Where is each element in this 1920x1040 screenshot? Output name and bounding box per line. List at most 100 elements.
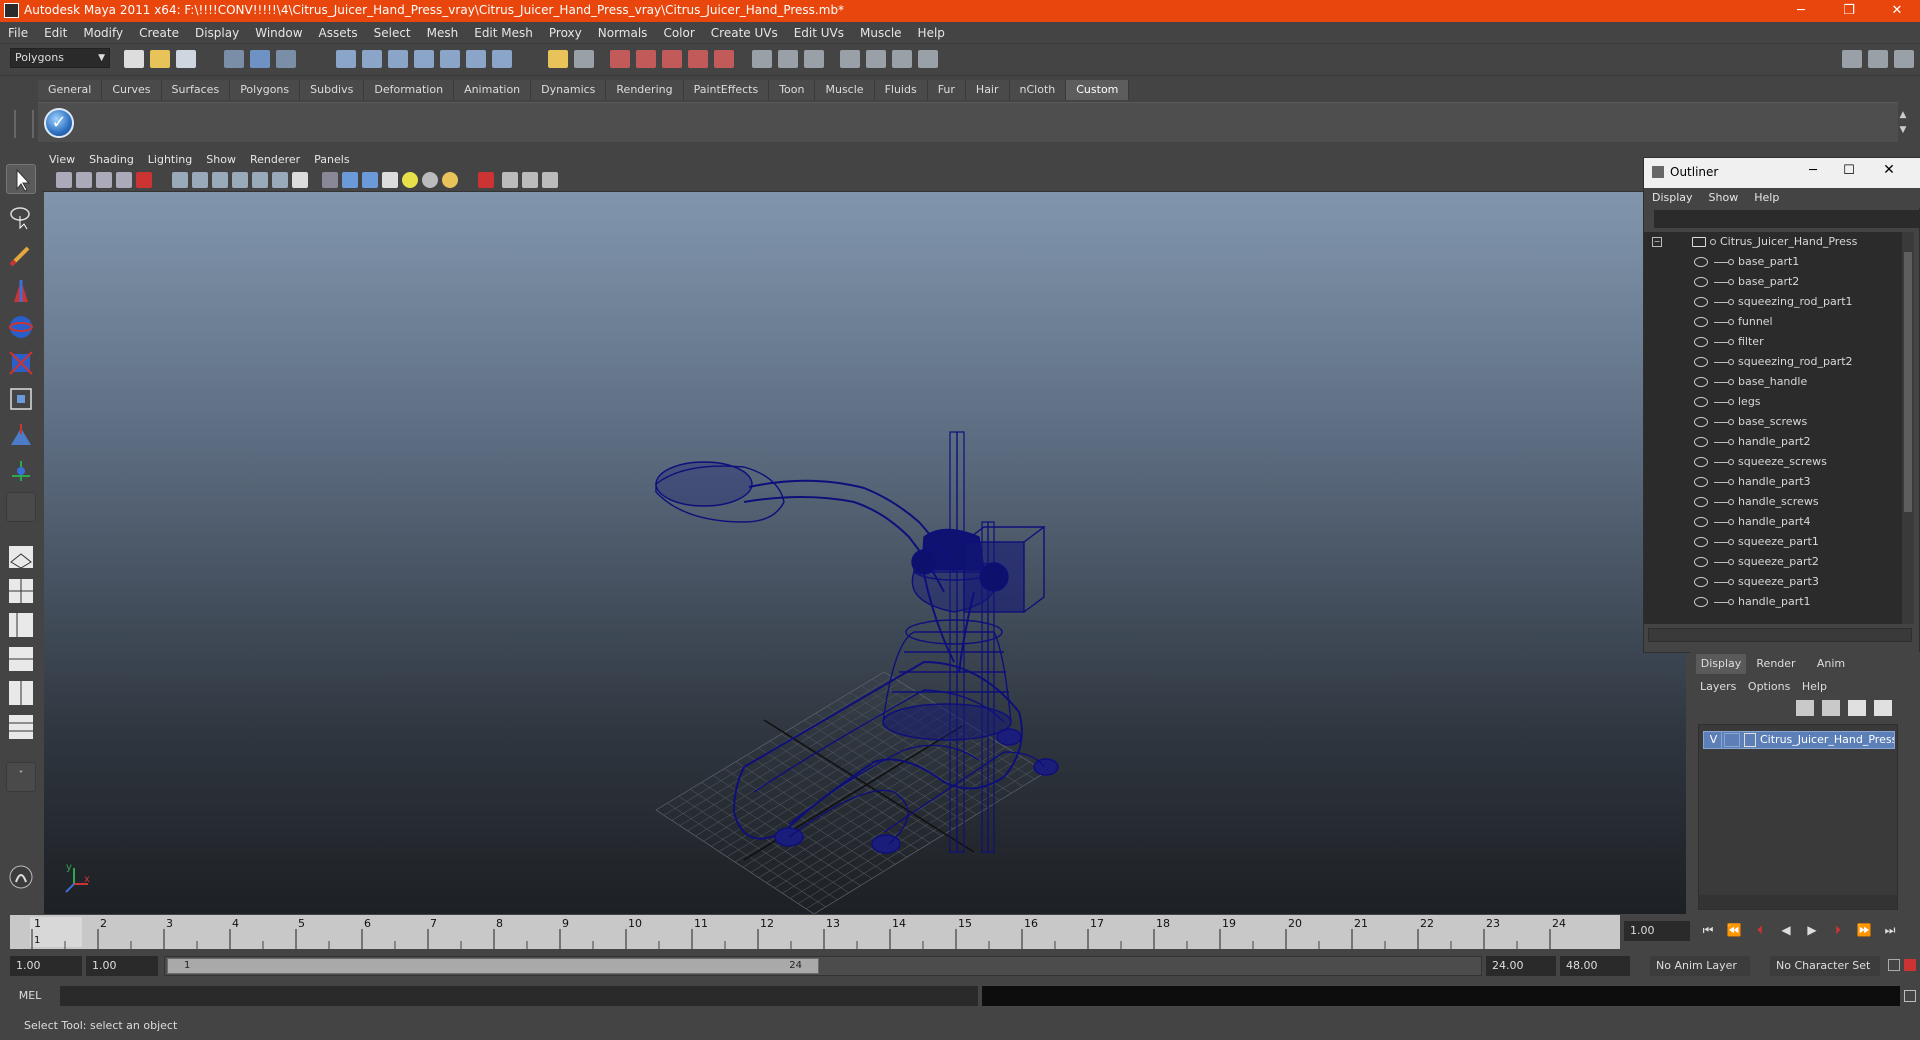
menu-file[interactable]: File [0,22,36,44]
outliner-item[interactable]: funnel [1644,312,1914,332]
viewport-menu-renderer[interactable]: Renderer [243,150,307,170]
outliner-persp-layout-icon[interactable] [6,610,36,640]
script-editor-icon[interactable] [1904,990,1916,1002]
lasso-tool-icon[interactable] [6,202,36,232]
snap-curve-icon[interactable] [362,50,382,68]
default-lighting-icon[interactable] [402,172,418,188]
outliner-item[interactable]: squeeze_screws [1644,452,1914,472]
playback-end-time-field[interactable]: 24.00 [1486,956,1556,976]
outliner-minimize-button[interactable]: ─ [1804,163,1822,178]
animation-end-time-field[interactable]: 48.00 [1560,956,1630,976]
safe-action-icon[interactable] [272,172,288,188]
outliner-item[interactable]: squeezing_rod_part2 [1644,352,1914,372]
menu-color[interactable]: Color [655,22,702,44]
grid-toggle-icon[interactable] [172,172,188,188]
select-camera-icon[interactable] [56,172,72,188]
isolate-select-icon[interactable] [478,172,494,188]
gate-mask-icon[interactable] [232,172,248,188]
shelf-scroll-arrows[interactable]: ▲ ▼ [1896,108,1910,140]
show-manipulator-icon[interactable] [6,456,36,486]
character-set-dropdown[interactable]: No Character Set [1770,956,1880,976]
outliner-item[interactable]: base_handle [1644,372,1914,392]
universal-manipulator-icon[interactable] [6,384,36,414]
snap-point-icon[interactable] [388,50,408,68]
step-back-key-button[interactable]: ⏴ [1749,920,1771,940]
wireframe-on-shaded-icon[interactable] [362,172,378,188]
viewport-menu-view[interactable]: View [42,150,82,170]
layer-visibility-toggle[interactable]: V [1706,732,1722,748]
menu-window[interactable]: Window [247,22,310,44]
command-input[interactable] [60,986,978,1006]
new-layer-icon[interactable] [1796,700,1814,716]
menu-muscle[interactable]: Muscle [852,22,910,44]
outliner-menu-show[interactable]: Show [1701,188,1747,208]
outliner-maximize-button[interactable]: ☐ [1840,163,1858,178]
auto-key-icon[interactable] [1888,959,1900,971]
open-scene-icon[interactable] [150,50,170,68]
shelf-tab-custom[interactable]: Custom [1066,80,1130,100]
step-back-frame-button[interactable]: ⏪ [1723,920,1745,940]
bookmarks-icon[interactable] [96,172,112,188]
rotate-tool-icon[interactable] [6,312,36,342]
outliner-menu-help[interactable]: Help [1746,188,1787,208]
panel-layout-icon[interactable] [752,50,772,68]
render-frame-icon[interactable] [610,50,630,68]
shelf-tab-fluids[interactable]: Fluids [874,80,928,100]
menu-edit-mesh[interactable]: Edit Mesh [466,22,541,44]
menu-normals[interactable]: Normals [590,22,656,44]
new-scene-icon[interactable] [124,50,144,68]
shelf-tab-curves[interactable]: Curves [102,80,162,100]
layer-playback-toggle[interactable] [1724,733,1740,747]
xray-icon[interactable] [502,172,518,188]
hypershade-persp-layout-icon[interactable] [6,678,36,708]
select-by-object-icon[interactable] [250,50,270,68]
maximize-button[interactable]: ❐ [1826,0,1872,22]
camera-attributes-icon[interactable] [76,172,92,188]
menu-create[interactable]: Create [131,22,187,44]
outliner-item[interactable]: handle_part2 [1644,432,1914,452]
make-live-icon[interactable] [440,50,460,68]
menu-edit[interactable]: Edit [36,22,75,44]
channel-box-icon[interactable] [840,50,860,68]
shelf-tab-subdivs[interactable]: Subdivs [300,80,365,100]
textured-icon[interactable] [382,172,398,188]
layer-horizontal-scrollbar[interactable] [1699,895,1897,909]
menu-mesh[interactable]: Mesh [419,22,467,44]
single-perspective-layout-icon[interactable] [6,542,36,572]
layer-editor-icon[interactable] [866,50,886,68]
show-attribute-editor-icon[interactable] [1842,50,1862,68]
menu-display[interactable]: Display [187,22,247,44]
outliner-item[interactable]: handle_screws [1644,492,1914,512]
viewport-menu-panels[interactable]: Panels [307,150,356,170]
outliner-list[interactable]: − Citrus_Juicer_Hand_Press base_part1 bas… [1644,232,1914,624]
graph-persp-layout-icon[interactable] [6,644,36,674]
current-time-field[interactable]: 1.00 [1624,921,1690,941]
shelf-tab-muscle[interactable]: Muscle [815,80,875,100]
persp-graph-hypergraph-layout-icon[interactable] [6,712,36,742]
new-layer-selected-icon[interactable] [1822,700,1840,716]
menu-modify[interactable]: Modify [75,22,131,44]
layer-color-swatch[interactable] [1744,733,1756,747]
outliner-close-button[interactable]: ✕ [1880,162,1898,178]
outliner-item[interactable]: squeeze_part1 [1644,532,1914,552]
outliner-item[interactable]: handle_part1 [1644,592,1914,612]
select-tool-icon[interactable] [6,164,36,194]
construction-history-icon[interactable] [574,50,594,68]
shelf-tab-fur[interactable]: Fur [927,80,966,100]
shelf-tab-rendering[interactable]: Rendering [606,80,684,100]
menu-edit-uvs[interactable]: Edit UVs [786,22,852,44]
all-lights-icon[interactable] [422,172,438,188]
history-icon[interactable] [466,50,486,68]
outliner-item[interactable]: filter [1644,332,1914,352]
four-view-layout-icon[interactable] [6,576,36,606]
layer-menu-options[interactable]: Options [1744,680,1794,693]
shelf-tab-surfaces[interactable]: Surfaces [161,80,231,100]
outliner-filter-input[interactable] [1654,210,1920,228]
shelf-tab-animation[interactable]: Animation [454,80,532,100]
menu-create-uvs[interactable]: Create UVs [703,22,786,44]
animation-start-time-field[interactable]: 1.00 [10,956,82,976]
layer-list[interactable]: V Citrus_Juicer_Hand_Press [1698,724,1898,910]
shelf-tab-dynamics[interactable]: Dynamics [531,80,607,100]
layer-tab-render[interactable]: Render [1748,654,1804,674]
xray-joints-icon[interactable] [522,172,538,188]
